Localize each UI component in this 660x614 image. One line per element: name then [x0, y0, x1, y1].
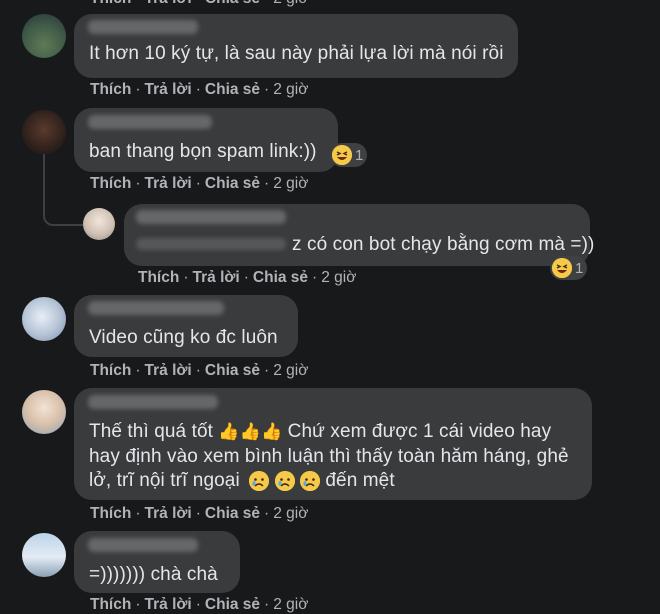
comment-text-part: lở, trĩ nội trĩ ngoại	[89, 470, 240, 491]
avatar[interactable]	[22, 390, 66, 434]
avatar[interactable]	[83, 208, 115, 240]
timestamp[interactable]: 2 giờ	[273, 362, 308, 380]
like-button[interactable]: Thích	[90, 505, 131, 523]
timestamp[interactable]: 2 giờ	[273, 81, 308, 99]
comment-text-part: Chứ xem được 1 cái video hay	[287, 421, 552, 443]
comment-text-part: đến mệt	[325, 470, 395, 491]
like-button[interactable]: Thích	[90, 175, 131, 193]
avatar[interactable]	[22, 533, 66, 577]
comment-actions: Thích · Trả lời · Chia sẻ · 2 giờ	[90, 505, 309, 523]
comment-actions: Thích · Trả lời · Chia sẻ · 2 giờ	[90, 175, 309, 193]
commenter-name-blurred[interactable]	[88, 115, 212, 129]
tagged-name-blurred[interactable]	[136, 238, 286, 250]
comment-text-line: Thế thì quá tốt 👍👍👍 Chứ xem được 1 cái v…	[89, 420, 551, 444]
reaction-number: 1	[355, 146, 364, 164]
reply-button[interactable]: Trả lời	[145, 81, 192, 99]
reaction-number: 1	[575, 259, 584, 277]
share-button[interactable]: Chia sẻ	[205, 596, 260, 614]
comment-actions-partial: Thích· Trả lời· Chia sẻ· 2 giờ	[90, 0, 308, 8]
comment-actions: Thích · Trả lời · Chia sẻ · 2 giờ	[138, 269, 357, 287]
reply-button[interactable]: Trả lời	[145, 505, 192, 523]
crying-emoji-icon	[299, 470, 320, 491]
laughing-emoji-icon	[332, 145, 352, 165]
timestamp[interactable]: 2 giờ	[273, 505, 308, 523]
reply-button[interactable]: Trả lời	[145, 362, 192, 380]
comment-text: ban thang bọn spam link:))	[89, 141, 317, 162]
comment-text-line: lở, trĩ nội trĩ ngoại đến mệt	[89, 469, 395, 493]
reaction-count[interactable]: 1	[330, 143, 368, 167]
thumbs-up-emoji-icon: 👍	[218, 422, 240, 441]
comment-actions: Thích · Trả lời · Chia sẻ · 2 giờ	[90, 362, 309, 380]
comment-text-part: Thế thì quá tốt	[89, 421, 214, 443]
share-button[interactable]: Chia sẻ	[205, 175, 260, 193]
avatar[interactable]	[22, 14, 66, 58]
commenter-name-blurred[interactable]	[88, 20, 198, 34]
like-button[interactable]: Thích	[90, 0, 131, 8]
laughing-emoji-icon	[552, 258, 572, 278]
reaction-count[interactable]: 1	[550, 256, 588, 280]
commenter-name-blurred[interactable]	[88, 395, 218, 409]
thumbs-up-emoji-icon: 👍	[260, 422, 283, 441]
reply-button[interactable]: Trả lời	[145, 0, 192, 8]
like-button[interactable]: Thích	[90, 362, 131, 380]
crying-emoji-icon	[249, 470, 270, 491]
reply-button[interactable]: Trả lời	[145, 596, 192, 614]
comment-actions: Thích · Trả lời · Chia sẻ · 2 giờ	[90, 596, 309, 614]
timestamp[interactable]: 2 giờ	[321, 269, 356, 287]
avatar[interactable]	[22, 297, 66, 341]
crying-emoji-icon	[274, 470, 295, 491]
commenter-name-blurred[interactable]	[88, 538, 198, 552]
timestamp[interactable]: 2 giờ	[273, 0, 308, 8]
reply-button[interactable]: Trả lời	[193, 269, 240, 287]
commenter-name-blurred[interactable]	[136, 210, 286, 224]
comment-text: z có con bot chạy bằng cơm mà =))	[292, 234, 595, 255]
comment-text: It hơn 10 ký tự, là sau này phải lựa lời…	[89, 43, 504, 64]
commenter-name-blurred[interactable]	[88, 301, 224, 315]
like-button[interactable]: Thích	[90, 81, 131, 99]
comment-text-line: hay định vào xem bình luận thì thấy toàn…	[89, 446, 569, 467]
share-button[interactable]: Chia sẻ	[205, 0, 260, 8]
comment-text: Video cũng ko đc luôn	[89, 327, 278, 348]
avatar[interactable]	[22, 110, 66, 154]
comment-actions: Thích · Trả lời · Chia sẻ · 2 giờ	[90, 81, 309, 99]
share-button[interactable]: Chia sẻ	[205, 362, 260, 380]
share-button[interactable]: Chia sẻ	[205, 81, 260, 99]
thumbs-up-emoji-icon: 👍	[239, 422, 261, 441]
share-button[interactable]: Chia sẻ	[253, 269, 308, 287]
timestamp[interactable]: 2 giờ	[273, 175, 308, 193]
like-button[interactable]: Thích	[138, 269, 179, 287]
share-button[interactable]: Chia sẻ	[205, 505, 260, 523]
reply-button[interactable]: Trả lời	[145, 175, 192, 193]
like-button[interactable]: Thích	[90, 596, 131, 614]
comment-text: =))))))) chà chà	[89, 564, 218, 585]
timestamp[interactable]: 2 giờ	[273, 596, 308, 614]
